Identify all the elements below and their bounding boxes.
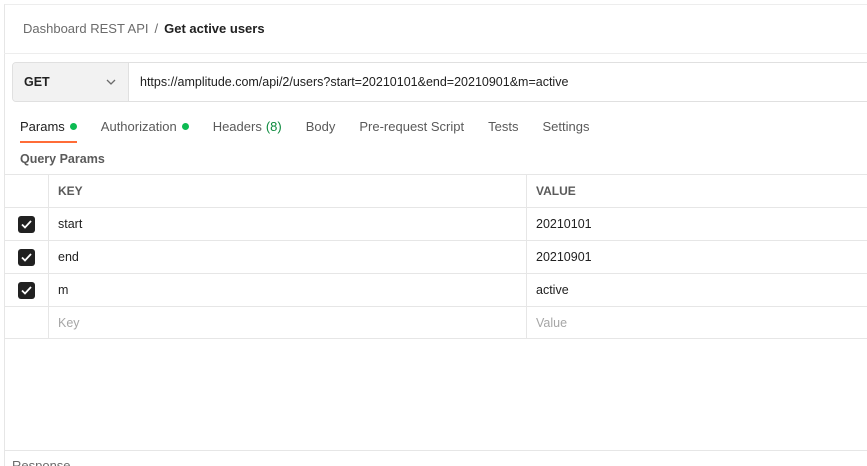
headers-count: (8)	[265, 118, 282, 134]
query-params-title: Query Params	[20, 152, 105, 166]
param-key[interactable]: end	[49, 241, 527, 273]
breadcrumb: Dashboard REST API / Get active users	[23, 21, 265, 36]
breadcrumb-separator: /	[154, 21, 159, 36]
divider	[4, 53, 867, 54]
tab-label: Pre-request Script	[359, 118, 465, 134]
tab-label: Tests	[488, 118, 519, 134]
checkmark-icon	[20, 285, 32, 295]
param-value[interactable]: 20210901	[527, 241, 867, 273]
param-key[interactable]: start	[49, 208, 527, 240]
response-label[interactable]: Response	[12, 458, 71, 466]
checkmark-icon	[20, 252, 32, 262]
tab-tests[interactable]: Tests	[488, 118, 518, 134]
method-select[interactable]: GET	[13, 63, 129, 101]
tab-settings[interactable]: Settings	[542, 118, 589, 134]
tab-label: Settings	[542, 118, 590, 134]
checkbox-checked[interactable]	[17, 215, 35, 233]
method-label: GET	[24, 75, 50, 89]
request-name[interactable]: Get active users	[164, 21, 264, 36]
new-value-input[interactable]: Value	[527, 307, 867, 338]
tab-authorization[interactable]: Authorization	[101, 118, 189, 134]
checkmark-icon	[20, 219, 32, 229]
table-row-new: Key Value	[4, 306, 867, 339]
url-bar: GET	[12, 62, 867, 102]
checkbox-checked[interactable]	[17, 248, 35, 266]
table-header-row: KEY VALUE	[4, 174, 867, 207]
table-row: end 20210901	[4, 240, 867, 273]
checkbox-checked[interactable]	[17, 281, 35, 299]
tab-pre-request-script[interactable]: Pre-request Script	[359, 118, 464, 134]
url-input[interactable]	[129, 63, 867, 101]
header-check-cell	[4, 175, 49, 207]
row-check-cell	[4, 241, 49, 273]
query-params-table: KEY VALUE start 20210101 end 20210901 m …	[4, 174, 867, 339]
tab-label: Headers	[212, 118, 262, 134]
tab-label: Authorization	[100, 118, 177, 134]
request-tabs: Params Authorization Headers (8) Body Pr…	[20, 118, 613, 143]
status-dot-icon	[69, 122, 77, 130]
table-row: start 20210101	[4, 207, 867, 240]
tab-label: Body	[305, 118, 336, 134]
chevron-down-icon	[106, 79, 116, 85]
tab-label: Params	[20, 118, 65, 134]
breadcrumb-collection[interactable]: Dashboard REST API	[23, 21, 149, 36]
tab-params[interactable]: Params	[20, 118, 77, 143]
table-row: m active	[4, 273, 867, 306]
status-dot-icon	[181, 122, 189, 130]
row-check-cell	[4, 208, 49, 240]
row-check-cell	[4, 307, 49, 338]
row-check-cell	[4, 274, 49, 306]
param-key[interactable]: m	[49, 274, 527, 306]
param-value[interactable]: 20210101	[527, 208, 867, 240]
column-header-value: VALUE	[536, 184, 576, 198]
tab-headers[interactable]: Headers (8)	[213, 118, 282, 134]
new-key-input[interactable]: Key	[49, 307, 527, 338]
response-divider	[4, 450, 867, 451]
tab-body[interactable]: Body	[306, 118, 336, 134]
column-header-key: KEY	[49, 175, 527, 207]
param-value[interactable]: active	[527, 274, 867, 306]
